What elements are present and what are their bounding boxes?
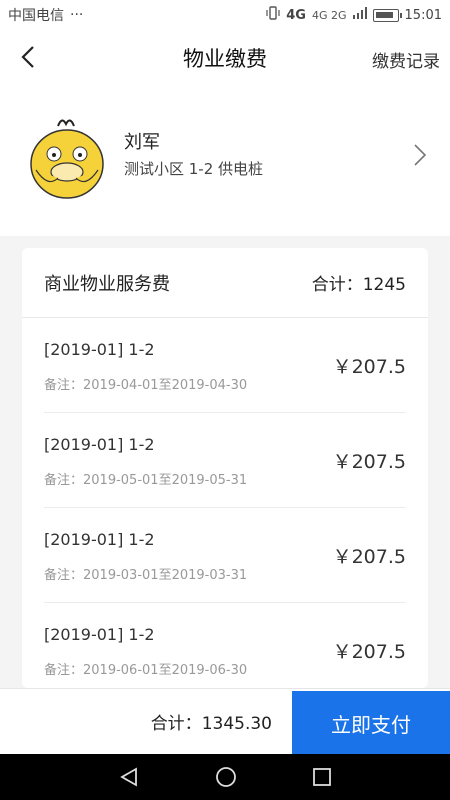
- network-small-label: 4G 2G: [311, 8, 347, 22]
- bill-item-note-label: 备注：: [44, 663, 84, 678]
- back-arrow-icon: [21, 46, 34, 68]
- bill-item-period: [2019-01] 1-2: [44, 435, 155, 454]
- clock-time: 15:01: [404, 7, 442, 23]
- bill-item-note-label: 备注：: [44, 568, 84, 583]
- bill-card: 商业物业服务费 合计：1245 [2019-01] 1-2 备注：2019-04…: [22, 248, 428, 688]
- network-label: 4G: [286, 7, 306, 23]
- back-triangle-icon[interactable]: [118, 766, 140, 788]
- bill-item-amount: ￥207.5: [332, 546, 406, 568]
- bill-item-note-value: 2019-03-01至2019-03-31: [83, 568, 248, 583]
- status-left: 中国电信 ···: [8, 5, 83, 25]
- bill-item: [2019-01] 1-2 备注：2019-06-01至2019-06-30 ￥…: [44, 603, 406, 688]
- checkout-bar: 合计：1345.30 立即支付: [0, 688, 450, 755]
- pay-now-button[interactable]: 立即支付: [292, 691, 450, 755]
- bill-item-amount: ￥207.5: [332, 356, 406, 378]
- bill-item-amount: ￥207.5: [332, 451, 406, 473]
- bill-item-note: 备注：2019-03-01至2019-03-31: [44, 564, 247, 583]
- battery-icon: [372, 8, 402, 22]
- bill-item: [2019-01] 1-2 备注：2019-04-01至2019-04-30 ￥…: [44, 318, 406, 413]
- bill-item-note: 备注：2019-06-01至2019-06-30: [44, 659, 247, 678]
- user-info-row[interactable]: 刘军 测试小区 1-2 供电桩: [0, 86, 450, 236]
- bill-item-period: [2019-01] 1-2: [44, 340, 155, 359]
- payment-history-link[interactable]: 缴费记录: [372, 47, 440, 72]
- bill-title: 商业物业服务费: [44, 273, 170, 295]
- bill-card-header: 商业物业服务费 合计：1245: [22, 248, 428, 318]
- bill-item-period: [2019-01] 1-2: [44, 530, 155, 549]
- bill-total-label: 合计：: [311, 275, 363, 295]
- page-title: 物业缴费: [183, 47, 267, 71]
- bill-item-note-value: 2019-05-01至2019-05-31: [83, 473, 248, 488]
- bill-item-note-value: 2019-04-01至2019-04-30: [83, 378, 248, 393]
- back-button[interactable]: [14, 42, 44, 72]
- footer-total: 合计：1345.30: [151, 709, 272, 734]
- status-bar: 中国电信 ··· 4G 4G 2G 15:01: [0, 0, 450, 30]
- recents-square-icon[interactable]: [312, 767, 332, 787]
- bill-total-value: 1245: [362, 275, 406, 295]
- vibrate-icon: [266, 6, 280, 24]
- user-name: 刘军: [124, 132, 160, 153]
- system-nav-bar: [0, 754, 450, 800]
- bill-item-amount: ￥207.5: [332, 641, 406, 663]
- bill-item: [2019-01] 1-2 备注：2019-05-01至2019-05-31 ￥…: [44, 413, 406, 508]
- status-right: 4G 4G 2G 15:01: [266, 6, 442, 24]
- carrier-label: 中国电信: [8, 8, 64, 24]
- footer-total-value: 1345.30: [201, 714, 272, 734]
- bill-total: 合计：1245: [312, 270, 406, 295]
- signal-icon: [352, 7, 367, 23]
- bill-item-note-label: 备注：: [44, 473, 84, 488]
- home-circle-icon[interactable]: [215, 766, 237, 788]
- bill-item-note-value: 2019-06-01至2019-06-30: [83, 663, 248, 678]
- avatar: [28, 114, 106, 202]
- chevron-right-icon: [412, 142, 428, 168]
- bill-item: [2019-01] 1-2 备注：2019-03-01至2019-03-31 ￥…: [44, 508, 406, 603]
- user-address: 测试小区 1-2 供电桩: [124, 160, 264, 178]
- bill-item-note: 备注：2019-05-01至2019-05-31: [44, 469, 247, 488]
- nav-bar: 物业缴费 缴费记录: [0, 30, 450, 86]
- bill-item-period: [2019-01] 1-2: [44, 625, 155, 644]
- bill-item-note-label: 备注：: [44, 378, 84, 393]
- bill-item-note: 备注：2019-04-01至2019-04-30: [44, 374, 247, 393]
- footer-total-label: 合计：: [150, 714, 202, 734]
- notification-dots: ···: [70, 7, 84, 23]
